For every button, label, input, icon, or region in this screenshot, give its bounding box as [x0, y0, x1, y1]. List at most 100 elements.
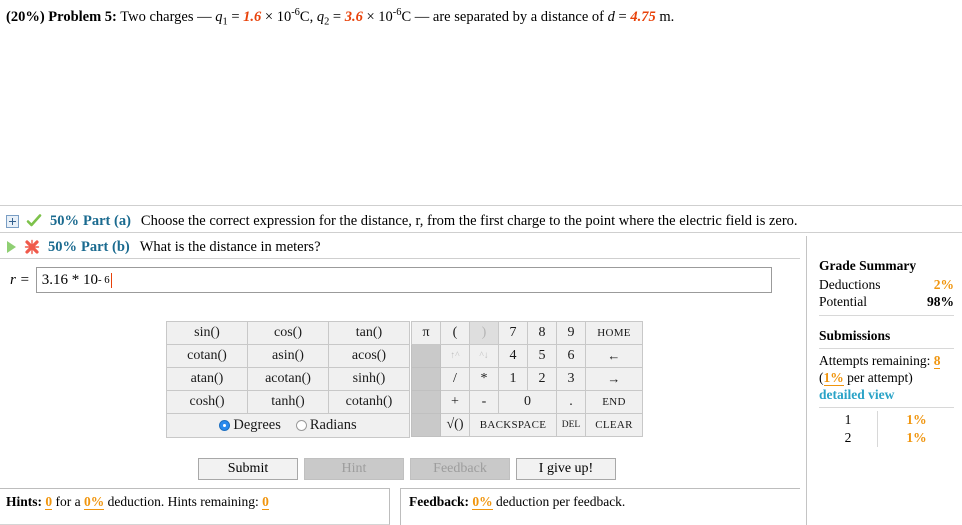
function-keypad: sin() cos() tan() cotan() asin() acos() …: [166, 321, 410, 438]
key-blank-2: [411, 367, 441, 391]
key-4-button[interactable]: 4: [498, 344, 528, 368]
table-row: ↑^ ^↓ 4 5 6 ←: [411, 344, 643, 368]
key-left-arrow-button[interactable]: ←: [585, 344, 643, 368]
key-backspace-button[interactable]: BACKSPACE: [469, 413, 557, 437]
fn-sinh-button[interactable]: sinh(): [328, 367, 410, 391]
distance-unit: m.: [655, 8, 675, 25]
text-cursor: [110, 272, 112, 288]
key-right-arrow-button[interactable]: →: [585, 367, 643, 391]
number-keypad: π ( ) 7 8 9 HOME ↑^ ^↓ 4 5 6 ← / * 1 2 3…: [411, 321, 643, 437]
table-row: cotan() asin() acos(): [166, 344, 410, 368]
table-row: √() BACKSPACE DEL CLEAR: [411, 413, 643, 437]
charge-1-exponent: -6: [291, 7, 300, 18]
submit-button[interactable]: Submit: [198, 458, 298, 480]
attempts-line: Attempts remaining: 8: [819, 352, 954, 369]
feedback-panel: Feedback: 0% deduction per feedback.: [400, 488, 800, 525]
table-row: atan() acotan() sinh(): [166, 367, 410, 391]
part-b-weight: 50%: [48, 238, 77, 255]
key-8-button[interactable]: 8: [527, 321, 557, 345]
submissions-table: 1 1% 2 1%: [819, 411, 955, 447]
fn-atan-button[interactable]: atan(): [166, 367, 248, 391]
fn-cotan-button[interactable]: cotan(): [166, 344, 248, 368]
part-a-row[interactable]: 50% Part (a) Choose the correct expressi…: [6, 209, 798, 233]
divider-above-parts: [0, 205, 962, 206]
key-5-button[interactable]: 5: [527, 344, 557, 368]
key-clear-button[interactable]: CLEAR: [585, 413, 643, 437]
fn-asin-button[interactable]: asin(): [247, 344, 329, 368]
key-del-button[interactable]: DEL: [556, 413, 586, 437]
fn-cosh-button[interactable]: cosh(): [166, 390, 248, 414]
feedback-deduction[interactable]: 0%: [472, 494, 493, 510]
answer-variable-label: r =: [10, 271, 30, 288]
key-home-button[interactable]: HOME: [585, 321, 643, 345]
answer-input[interactable]: 3.16 * 10- 6: [35, 267, 772, 293]
key-superscript-up-button: ↑^: [440, 344, 470, 368]
fn-acotan-button[interactable]: acotan(): [247, 367, 329, 391]
key-1-button[interactable]: 1: [498, 367, 528, 391]
hints-mid-text-2: deduction. Hints remaining:: [104, 494, 263, 509]
charge-1-unit: C,: [299, 8, 314, 25]
fn-cos-button[interactable]: cos(): [247, 321, 329, 345]
fn-cotanh-button[interactable]: cotanh(): [328, 390, 410, 414]
deductions-label: Deductions: [819, 277, 881, 292]
hints-deduction[interactable]: 0%: [84, 494, 105, 510]
attempts-value: 8: [933, 353, 941, 369]
table-row: 2 1%: [819, 429, 955, 447]
key-decimal-button[interactable]: .: [556, 390, 586, 414]
table-row: 1 1%: [819, 411, 955, 429]
key-9-button[interactable]: 9: [556, 321, 586, 345]
hints-panel: Hints: 0 for a 0% deduction. Hints remai…: [0, 488, 390, 525]
fn-tan-button[interactable]: tan(): [328, 321, 410, 345]
key-divide-button[interactable]: /: [440, 367, 470, 391]
green-triangle-icon[interactable]: [7, 241, 16, 253]
green-check-icon: [26, 213, 42, 229]
submission-penalty: 1%: [877, 429, 955, 447]
grade-summary-divider: [819, 315, 954, 316]
radians-radio[interactable]: [295, 420, 307, 431]
key-pi-button[interactable]: π: [411, 321, 441, 345]
fn-tanh-button[interactable]: tanh(): [247, 390, 329, 414]
action-buttons: Submit Hint Feedback I give up!: [198, 458, 616, 480]
distance-symbol: d: [607, 8, 615, 25]
plus-box-icon[interactable]: [6, 214, 19, 228]
distance-equals: =: [614, 8, 631, 25]
problem-middle-text: — are separated by a distance of: [414, 8, 608, 25]
key-multiply-button[interactable]: *: [469, 367, 499, 391]
hints-remaining[interactable]: 0: [262, 494, 269, 510]
degrees-radio[interactable]: [219, 420, 231, 431]
fn-acos-button[interactable]: acos(): [328, 344, 410, 368]
fn-sin-button[interactable]: sin(): [166, 321, 248, 345]
charge-1-equals: =: [227, 8, 244, 25]
part-b-row[interactable]: 50% Part (b) What is the distance in met…: [6, 235, 321, 259]
part-a-text: Choose the correct expression for the di…: [140, 212, 798, 229]
key-open-paren-button[interactable]: (: [440, 321, 470, 345]
potential-label: Potential: [819, 294, 867, 309]
detailed-view-link[interactable]: detailed view: [819, 386, 954, 403]
table-row: + - 0 . END: [411, 390, 643, 414]
potential-row: Potential 98%: [819, 293, 954, 310]
key-minus-button[interactable]: -: [469, 390, 499, 414]
key-end-button[interactable]: END: [585, 390, 643, 414]
key-plus-button[interactable]: +: [440, 390, 470, 414]
give-up-button[interactable]: I give up!: [516, 458, 616, 480]
key-2-button[interactable]: 2: [527, 367, 557, 391]
key-sqrt-button[interactable]: √(): [440, 413, 470, 437]
key-6-button[interactable]: 6: [556, 344, 586, 368]
key-7-button[interactable]: 7: [498, 321, 528, 345]
hints-mid-text-1: for a: [52, 494, 84, 509]
key-blank-3: [411, 390, 441, 414]
table-row: π ( ) 7 8 9 HOME: [411, 321, 643, 345]
key-superscript-down-button: ^↓: [469, 344, 499, 368]
table-row: Degrees Radians: [166, 413, 410, 438]
table-row: / * 1 2 3 →: [411, 367, 643, 391]
grade-summary-title: Grade Summary: [819, 258, 917, 273]
key-blank-4: [411, 413, 441, 437]
feedback-text: deduction per feedback.: [492, 494, 626, 509]
part-a-weight: 50%: [50, 212, 79, 229]
deductions-row: Deductions 2%: [819, 276, 954, 293]
answer-input-value: 3.16 * 10: [41, 271, 98, 288]
part-a-label: Part (a): [83, 212, 131, 229]
key-3-button[interactable]: 3: [556, 367, 586, 391]
grade-summary-panel: Grade Summary Deductions 2% Potential 98…: [806, 236, 962, 525]
key-0-button[interactable]: 0: [498, 390, 557, 414]
